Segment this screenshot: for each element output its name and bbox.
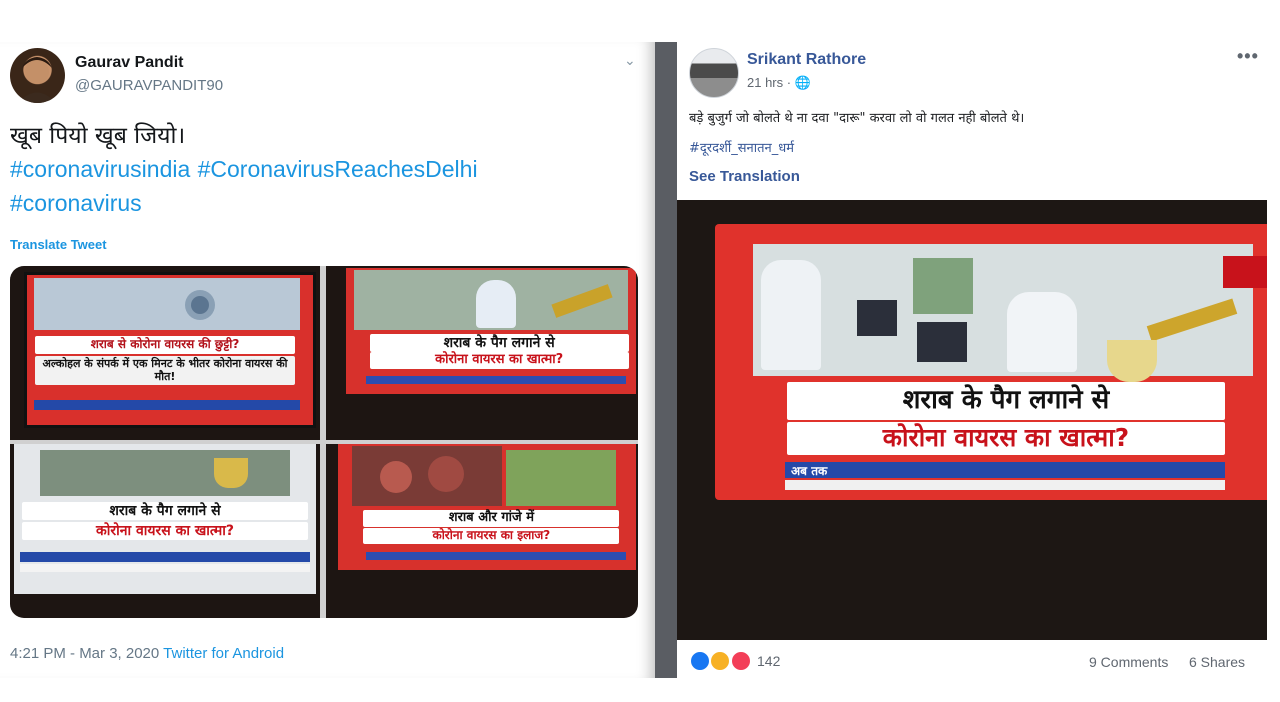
tweet-text: खूब पियो खूब जियो। #coronavirusindia #Co… <box>10 120 630 221</box>
see-translation-link[interactable]: See Translation <box>689 168 800 185</box>
avatar[interactable] <box>689 48 739 98</box>
tweet-source[interactable]: Twitter for Android <box>163 645 284 662</box>
post-time-label: 21 hrs · <box>747 75 792 90</box>
post-engagement-bar: 142 9 Comments 6 Shares <box>677 647 1267 677</box>
chevron-down-icon[interactable]: ⌄ <box>624 52 636 69</box>
hashtag-link[interactable]: #दूरदर्शी_सनातन_धर्म <box>689 138 794 156</box>
media-image[interactable]: शराब के पैग लगाने से कोरोना वायरस का खात… <box>326 266 638 440</box>
author-name[interactable]: Srikant Rathore <box>747 51 866 69</box>
hashtag-link[interactable]: #coronavirus <box>10 190 142 216</box>
like-icon <box>689 650 711 672</box>
panel-divider <box>655 42 677 678</box>
tweet-timestamp[interactable]: 4:21 PM - Mar 3, 2020 <box>10 645 159 662</box>
tweet-body: खूब पियो खूब जियो। <box>10 123 186 149</box>
globe-icon: 🌐 <box>794 75 811 90</box>
post-time[interactable]: 21 hrs · 🌐 <box>747 75 811 91</box>
media-image[interactable]: शराब के पैग लगाने से कोरोना वायरस का खात… <box>10 444 320 618</box>
news-subheadline: अल्कोहल के संपर्क में एक मिनट के भीतर को… <box>34 356 296 386</box>
post-image[interactable]: शराब के पैग लगाने से कोरोना वायरस का खात… <box>677 200 1267 640</box>
author-handle[interactable]: @GAURAVPANDIT90 <box>75 77 223 94</box>
love-icon <box>729 650 752 672</box>
tweet-card: Gaurav Pandit @GAURAVPANDIT90 ⌄ खूब पियो… <box>0 42 655 678</box>
news-headline: शराब से कोरोना वायरस की छुट्टी? <box>34 336 296 354</box>
post-text: बड़े बुजुर्ग जो बोलते थे ना दवा "दारू" क… <box>689 111 1025 126</box>
haha-icon <box>709 650 732 672</box>
news-subheadline: कोरोना वायरस का इलाज? <box>363 528 620 544</box>
comments-link[interactable]: 9 Comments <box>1089 654 1168 670</box>
author-name[interactable]: Gaurav Pandit <box>75 54 183 72</box>
tweet-meta: 4:21 PM - Mar 3, 2020 Twitter for Androi… <box>10 645 284 662</box>
more-options-icon[interactable]: ••• <box>1237 46 1259 67</box>
shares-link[interactable]: 6 Shares <box>1189 654 1245 670</box>
tweet-media-grid: शराब से कोरोना वायरस की छुट्टी? अल्कोहल … <box>10 266 638 618</box>
news-headline: शराब के पैग लगाने से <box>787 382 1225 420</box>
hashtag-link[interactable]: #CoronavirusReachesDelhi <box>198 156 478 182</box>
news-headline: शराब और गांजे में <box>363 510 620 527</box>
hashtag-link[interactable]: #coronavirusindia <box>10 156 190 182</box>
news-subheadline: कोरोना वायरस का खात्मा? <box>787 422 1225 455</box>
ticker-label: अब तक <box>791 464 828 478</box>
translate-tweet-link[interactable]: Translate Tweet <box>10 237 107 252</box>
news-subheadline: कोरोना वायरस का खात्मा? <box>369 352 629 369</box>
news-headline: शराब के पैग लगाने से <box>369 334 629 353</box>
avatar[interactable] <box>10 48 65 103</box>
reactions[interactable] <box>689 650 752 672</box>
news-headline: शराब के पैग लगाने से <box>22 502 308 521</box>
news-subheadline: कोरोना वायरस का खात्मा? <box>22 522 308 541</box>
media-image[interactable]: शराब से कोरोना वायरस की छुट्टी? अल्कोहल … <box>10 266 320 440</box>
facebook-post: Srikant Rathore 21 hrs · 🌐 ••• बड़े बुजु… <box>677 42 1267 678</box>
media-image[interactable]: शराब और गांजे में कोरोना वायरस का इलाज? <box>326 444 638 618</box>
reaction-count[interactable]: 142 <box>757 653 780 669</box>
